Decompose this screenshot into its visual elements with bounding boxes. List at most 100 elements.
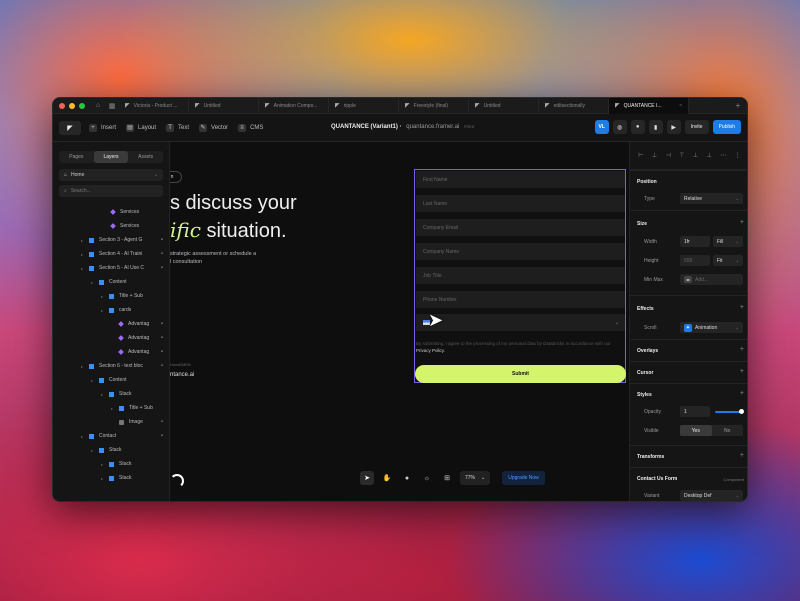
scroll-effect-select[interactable]: ✦ Animation ⌄: [680, 322, 743, 333]
framer-menu-button[interactable]: ◤: [59, 120, 81, 135]
hand-tool-icon[interactable]: ✋: [380, 471, 394, 485]
layer-item[interactable]: ▸ Stack: [53, 443, 169, 457]
browser-tab[interactable]: ◤ QUANTANCE I... ×: [609, 98, 689, 114]
layer-item[interactable]: ▸ Title + Sub: [53, 289, 169, 303]
layer-options-icon[interactable]: ▪: [161, 265, 163, 271]
caret-right-icon[interactable]: ▸: [111, 406, 113, 411]
caret-right-icon[interactable]: ▸: [101, 476, 103, 481]
hero-subtext[interactable]: strategic assessment or schedule a l con…: [170, 250, 290, 266]
caret-right-icon[interactable]: ▸: [81, 238, 83, 243]
distribute-v-icon[interactable]: ⋮: [735, 152, 741, 159]
analytics-icon[interactable]: ▮: [648, 120, 663, 134]
new-tab-button[interactable]: +: [729, 101, 747, 110]
play-icon[interactable]: ▶: [666, 120, 681, 134]
theme-toggle-icon[interactable]: ☼: [420, 471, 434, 485]
caret-right-icon[interactable]: ▸: [91, 378, 93, 383]
browser-tab[interactable]: ◤ Untitled: [469, 98, 539, 114]
layer-item[interactable]: ▸ Section 3 - Agent G ▪: [53, 233, 169, 247]
hero-heading-line1[interactable]: s discuss your: [170, 192, 297, 215]
distribute-h-icon[interactable]: ⋯: [720, 152, 726, 159]
files-icon[interactable]: ▦: [105, 102, 119, 110]
tab-pages[interactable]: Pages: [59, 151, 94, 163]
form-field[interactable]: First Name: [416, 171, 625, 188]
caret-right-icon[interactable]: ▸: [101, 294, 103, 299]
globe-icon[interactable]: ◍: [612, 120, 627, 134]
layer-options-icon[interactable]: ▪: [161, 433, 163, 439]
minimize-window-button[interactable]: [69, 102, 75, 109]
variant-select[interactable]: Desktop Def ⌄: [680, 490, 743, 501]
page-selector[interactable]: ⌂ Home ⌄: [59, 169, 163, 181]
effects-add-icon[interactable]: +: [740, 304, 744, 311]
browser-tab[interactable]: ◤ ripple: [329, 98, 399, 114]
form-field[interactable]: Last Name: [416, 195, 625, 212]
align-bottom-icon[interactable]: ⊥: [707, 152, 712, 159]
select-tool-icon[interactable]: ➤: [360, 471, 374, 485]
cursor-section[interactable]: Cursor +: [630, 361, 747, 383]
caret-right-icon[interactable]: ▸: [101, 308, 103, 313]
home-icon[interactable]: ⌂: [91, 102, 105, 109]
visible-yes-option[interactable]: Yes: [680, 425, 712, 436]
form-field[interactable]: Phone Number: [416, 291, 625, 308]
caret-right-icon[interactable]: ▸: [91, 280, 93, 285]
browser-tab[interactable]: ◤ Animation Compo...: [259, 98, 329, 114]
insert-button[interactable]: + Insert: [89, 123, 116, 132]
minmax-input[interactable]: ◂▸ Add...: [680, 274, 743, 285]
caret-right-icon[interactable]: ▸: [81, 266, 83, 271]
layer-item[interactable]: ▸ Content: [53, 373, 169, 387]
position-type-select[interactable]: Relative ⌄: [680, 193, 743, 204]
browser-tab[interactable]: ◤ editsectionally: [539, 98, 609, 114]
layer-item[interactable]: Advantag ▪: [53, 345, 169, 359]
grid-icon[interactable]: ⊞: [440, 471, 454, 485]
layer-options-icon[interactable]: ▪: [161, 237, 163, 243]
form-field[interactable]: Company Name: [416, 243, 625, 260]
overlays-add-icon[interactable]: +: [740, 346, 744, 353]
layer-item[interactable]: ▸ Section 6 - text bloc ▪: [53, 359, 169, 373]
caret-right-icon[interactable]: ▸: [81, 434, 83, 439]
align-center-h-icon[interactable]: ⊥: [652, 152, 657, 159]
form-field[interactable]: Company Email: [416, 219, 625, 236]
privacy-policy-link[interactable]: Privacy Policy.: [416, 348, 445, 353]
layer-item[interactable]: ▸ cards: [53, 303, 169, 317]
invite-button[interactable]: Invite: [684, 120, 709, 134]
align-left-icon[interactable]: ⊢: [638, 152, 643, 159]
opacity-slider[interactable]: [715, 411, 741, 413]
layer-options-icon[interactable]: ▪: [161, 251, 163, 257]
layer-item[interactable]: Advantag ▪: [53, 331, 169, 345]
comment-tool-icon[interactable]: ●: [400, 471, 414, 485]
country-select[interactable]: E ⌄: [416, 314, 625, 331]
browser-tab[interactable]: ◤ Freestyle (final): [399, 98, 469, 114]
layer-options-icon[interactable]: ▪: [161, 419, 163, 425]
record-icon[interactable]: ●: [630, 120, 645, 134]
zoom-control[interactable]: 77% ⌄: [460, 471, 491, 485]
text-button[interactable]: T Text: [166, 123, 189, 132]
opacity-slider-knob[interactable]: [739, 409, 744, 414]
maximize-window-button[interactable]: [79, 102, 85, 109]
layer-options-icon[interactable]: ▪: [161, 363, 163, 369]
layer-options-icon[interactable]: ▪: [161, 335, 163, 341]
layer-item[interactable]: Services: [53, 205, 169, 219]
submit-button[interactable]: Submit: [415, 365, 626, 383]
caret-right-icon[interactable]: ▸: [81, 364, 83, 369]
project-title[interactable]: QUANTANCE (Variant1) · quantance.framer.…: [331, 124, 475, 130]
browser-tab[interactable]: ◤ Untitled: [189, 98, 259, 114]
layer-item[interactable]: Advantag ▪: [53, 317, 169, 331]
transforms-section[interactable]: Transforms +: [630, 445, 747, 467]
caret-right-icon[interactable]: ▸: [101, 392, 103, 397]
layer-item[interactable]: ▸ Stack: [53, 387, 169, 401]
layout-button[interactable]: ▤ Layout: [126, 123, 156, 132]
layer-item[interactable]: Services: [53, 219, 169, 233]
layer-item[interactable]: ▸ Title + Sub: [53, 401, 169, 415]
caret-right-icon[interactable]: ▸: [101, 462, 103, 467]
styles-add-icon[interactable]: +: [740, 390, 744, 397]
visible-no-option[interactable]: No: [712, 425, 744, 436]
layer-item[interactable]: ▸ Section 4 - AI Traini ▪: [53, 247, 169, 261]
align-top-icon[interactable]: ⊤: [679, 152, 684, 159]
layer-item[interactable]: ▸ Section 5 - AI Use C ▪: [53, 261, 169, 275]
publish-button[interactable]: Publish: [712, 120, 741, 134]
cms-button[interactable]: ≡ CMS: [238, 123, 263, 132]
height-input[interactable]: 555: [680, 255, 710, 266]
hero-heading-line2[interactable]: ific situation.: [170, 218, 287, 243]
close-tab-icon[interactable]: ×: [679, 103, 682, 109]
user-avatar[interactable]: VL: [594, 120, 609, 134]
browser-tab[interactable]: ◤ Victoria - Product ...: [119, 98, 189, 114]
